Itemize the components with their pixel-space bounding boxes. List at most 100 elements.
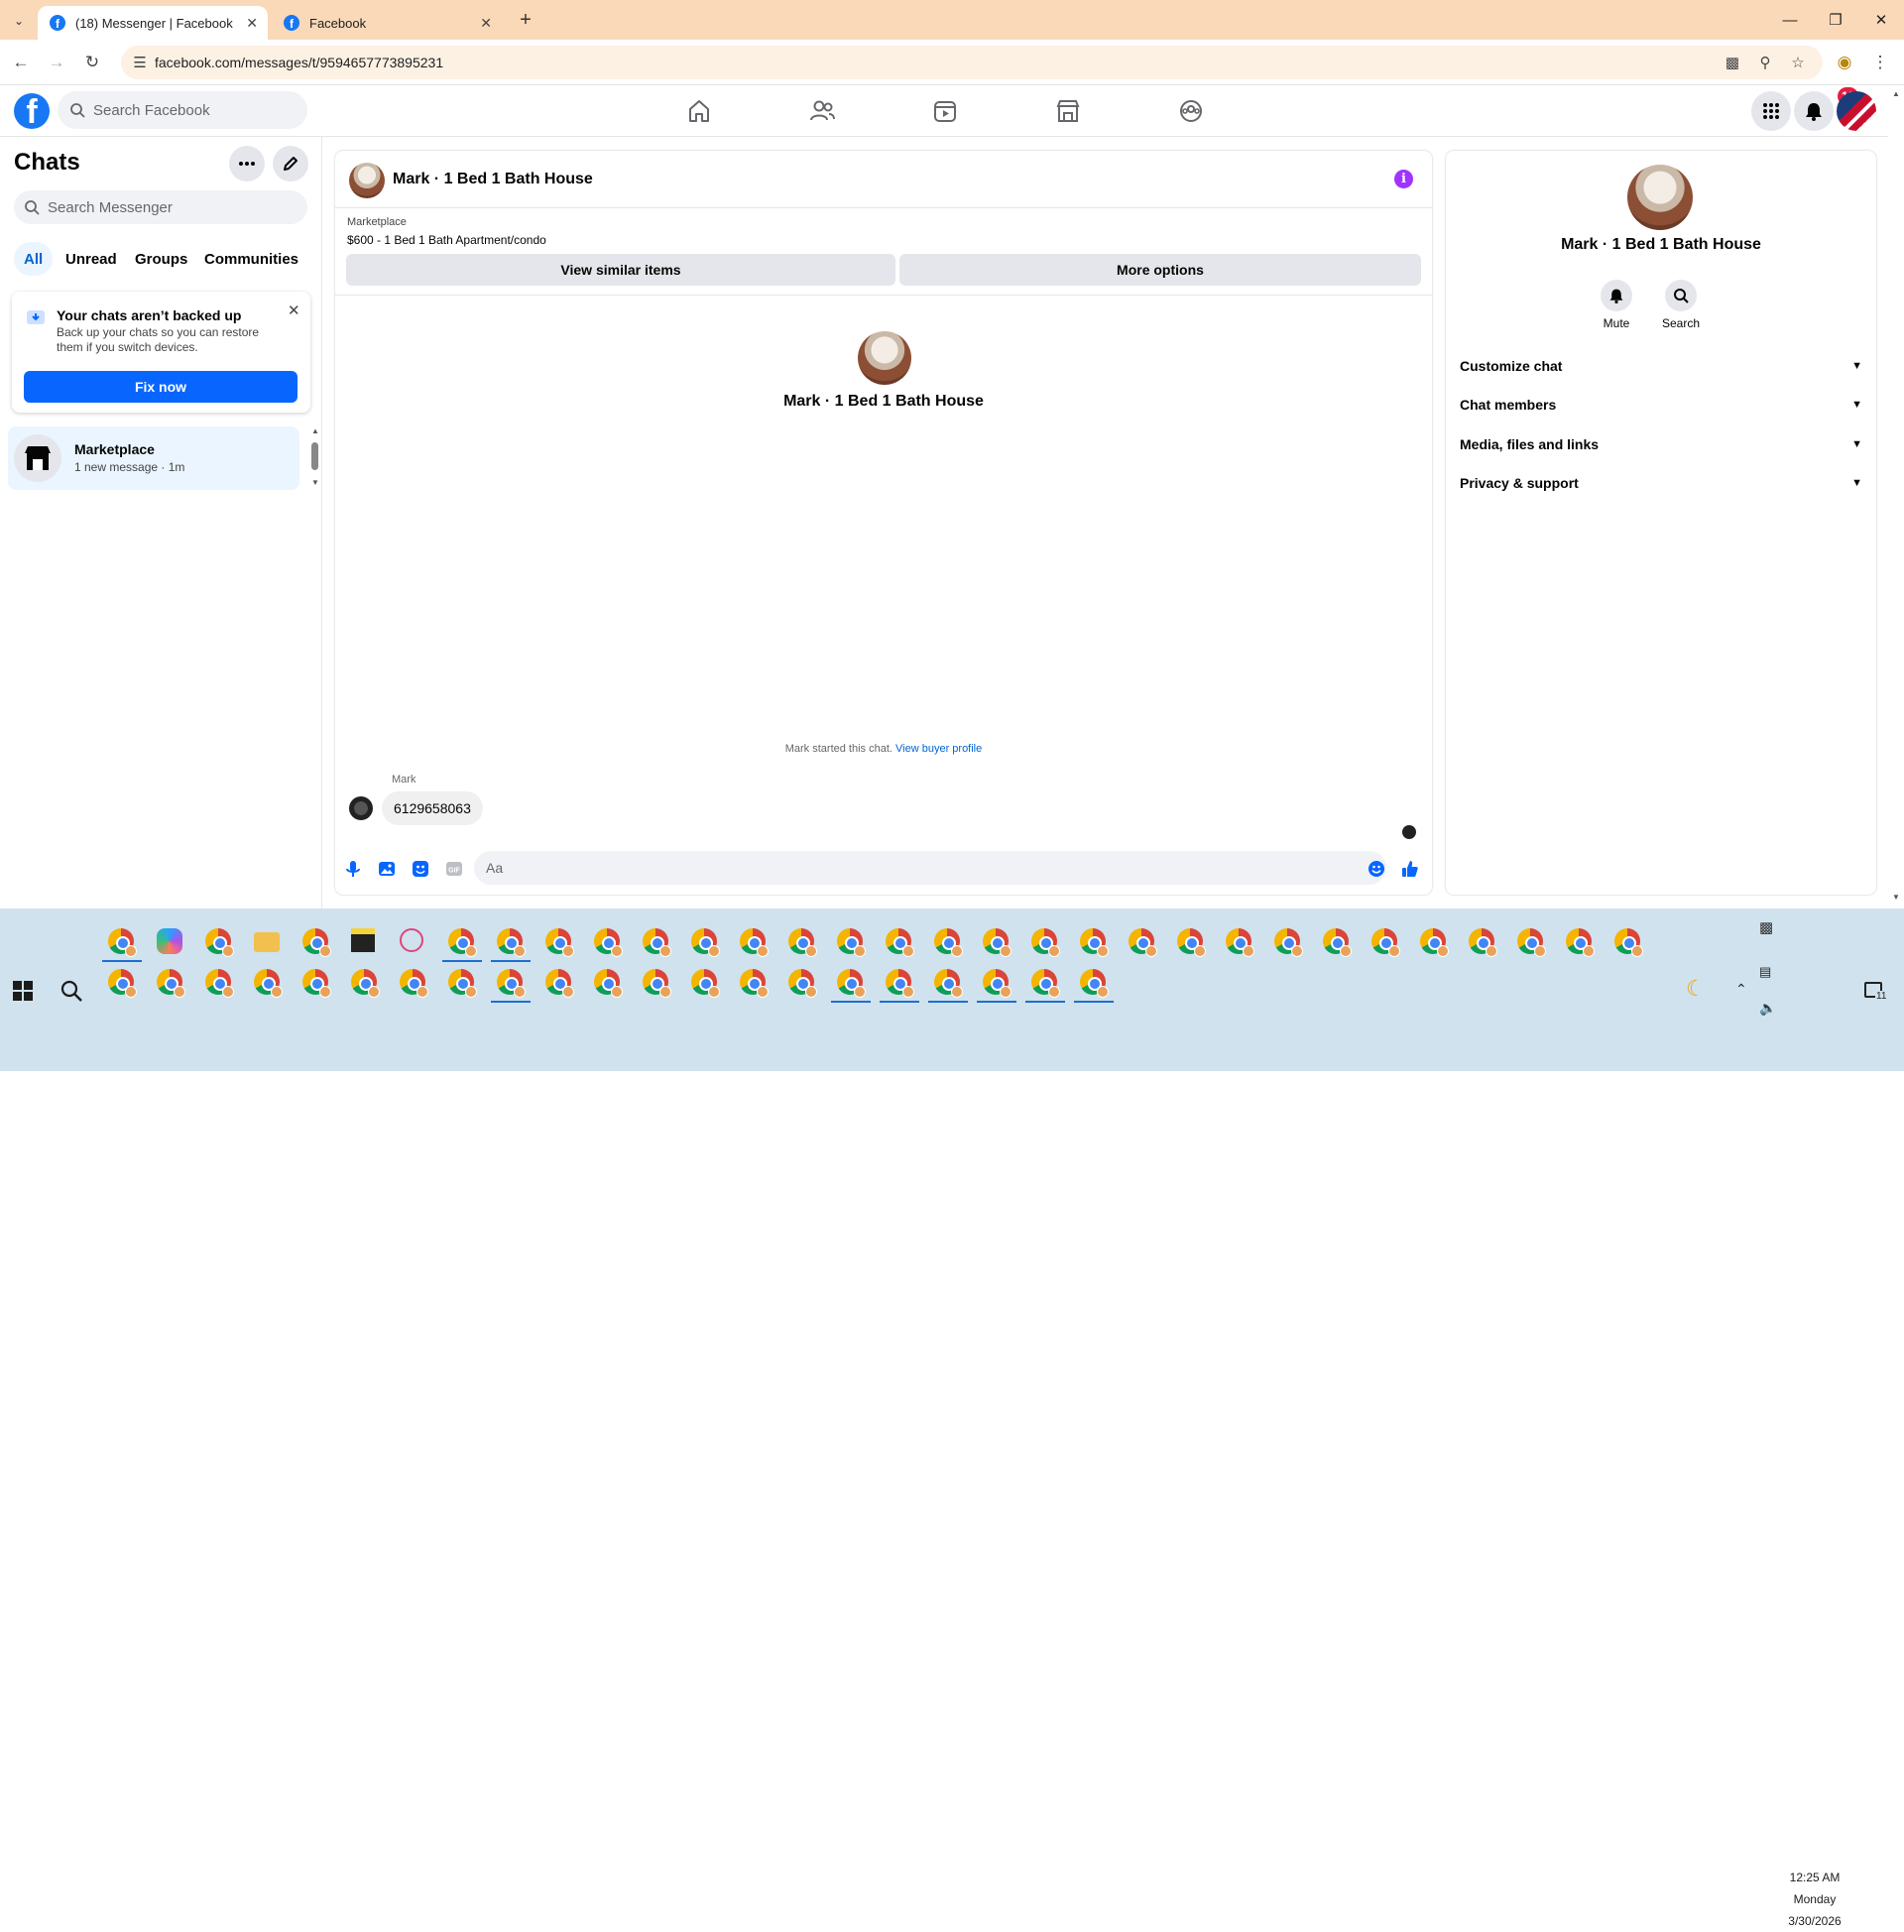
chrome-app-icon[interactable]: [302, 928, 331, 957]
chrome-app-icon[interactable]: [1371, 928, 1400, 957]
message-bubble[interactable]: 6129658063: [382, 791, 483, 825]
chrome-app-icon[interactable]: [1177, 928, 1206, 957]
chrome-app-icon[interactable]: [448, 969, 477, 998]
chrome-app-icon[interactable]: [983, 928, 1012, 957]
restore-button[interactable]: ❐: [1813, 8, 1858, 32]
chrome-app-icon[interactable]: [643, 928, 671, 957]
chrome-app-icon[interactable]: [1566, 928, 1595, 957]
chrome-app-icon[interactable]: [254, 969, 283, 998]
close-tab-icon[interactable]: ✕: [246, 15, 258, 32]
minimize-button[interactable]: —: [1767, 8, 1813, 32]
chrome-app-icon[interactable]: [157, 969, 185, 998]
chrome-app-icon[interactable]: [788, 928, 817, 957]
filter-groups[interactable]: Groups: [125, 242, 197, 276]
bookmark-star-icon[interactable]: ☆: [1789, 54, 1807, 71]
chrome-app-icon[interactable]: [691, 928, 720, 957]
section-customize-chat[interactable]: Customize chat ▼: [1460, 349, 1862, 383]
tab-facebook[interactable]: f Facebook ✕: [272, 6, 502, 40]
view-similar-items-button[interactable]: View similar items: [346, 254, 895, 286]
listing-title[interactable]: $600 - 1 Bed 1 Bath Apartment/condo: [347, 233, 546, 247]
new-message-button[interactable]: [273, 146, 308, 181]
microphone-icon[interactable]: [343, 859, 363, 879]
chrome-app-icon[interactable]: [102, 928, 142, 962]
forward-button[interactable]: →: [46, 52, 67, 73]
chrome-app-icon[interactable]: [545, 928, 574, 957]
chrome-app-icon[interactable]: [302, 969, 331, 998]
chrome-app-icon[interactable]: [400, 969, 428, 998]
install-app-icon[interactable]: ▩: [1724, 54, 1741, 71]
chrome-app-icon[interactable]: [1129, 928, 1157, 957]
emoji-icon[interactable]: [1367, 859, 1386, 879]
file-explorer-icon[interactable]: [254, 928, 282, 956]
filter-unread[interactable]: Unread: [56, 242, 127, 276]
fix-now-button[interactable]: Fix now: [24, 371, 298, 403]
section-chat-members[interactable]: Chat members ▼: [1460, 388, 1862, 422]
volume-icon[interactable]: 🔈: [1759, 1000, 1776, 1017]
page-scrollbar[interactable]: ▲ ▼: [1888, 85, 1904, 908]
filter-communities[interactable]: Communities: [194, 242, 308, 276]
close-icon[interactable]: ✕: [288, 302, 300, 319]
chrome-app-icon[interactable]: [740, 969, 769, 998]
start-button-icon[interactable]: [13, 981, 33, 1001]
chrome-app-icon[interactable]: [788, 969, 817, 998]
back-button[interactable]: ←: [10, 52, 32, 73]
home-icon[interactable]: [684, 96, 714, 126]
chrome-app-icon[interactable]: [1469, 928, 1497, 957]
conversation-title[interactable]: Mark · 1 Bed 1 Bath House: [393, 171, 593, 188]
chrome-app-icon[interactable]: [643, 969, 671, 998]
chrome-app-icon[interactable]: [545, 969, 574, 998]
sticker-icon[interactable]: [411, 859, 430, 879]
more-options-button[interactable]: More options: [899, 254, 1421, 286]
chrome-app-icon[interactable]: [740, 928, 769, 957]
message-input[interactable]: Aa: [474, 851, 1386, 885]
chrome-app-icon[interactable]: [1274, 928, 1303, 957]
chrome-app-icon[interactable]: [1614, 928, 1643, 957]
close-tab-icon[interactable]: ✕: [480, 15, 492, 32]
profile-icon[interactable]: ◉: [1834, 52, 1855, 73]
chrome-app-icon[interactable]: [880, 969, 919, 1003]
chrome-app-icon[interactable]: [491, 928, 531, 962]
info-icon[interactable]: i: [1394, 170, 1413, 188]
chrome-app-icon[interactable]: [351, 969, 380, 998]
night-light-icon[interactable]: ☾: [1686, 976, 1706, 1002]
chrome-app-icon[interactable]: [1323, 928, 1352, 957]
chrome-app-icon[interactable]: [108, 969, 137, 998]
search-in-conversation-button[interactable]: Search: [1649, 280, 1713, 330]
chrome-app-icon[interactable]: [928, 969, 968, 1003]
chrome-app-icon[interactable]: [1080, 928, 1109, 957]
notifications-button[interactable]: [1794, 91, 1834, 131]
mute-button[interactable]: Mute: [1585, 280, 1648, 330]
section-media-files-links[interactable]: Media, files and links ▼: [1460, 427, 1862, 461]
section-privacy-support[interactable]: Privacy & support ▼: [1460, 466, 1862, 500]
facebook-search-input[interactable]: Search Facebook: [58, 91, 307, 129]
new-tab-button[interactable]: +: [514, 8, 537, 32]
network-icon[interactable]: ▤: [1759, 964, 1771, 980]
facebook-logo-icon[interactable]: f: [14, 93, 50, 129]
chrome-app-icon[interactable]: [442, 928, 482, 962]
sticky-notes-icon[interactable]: [351, 928, 379, 956]
view-buyer-profile-link[interactable]: View buyer profile: [895, 743, 982, 755]
conversation-item-marketplace[interactable]: Marketplace 1 new message · 1m: [8, 426, 299, 490]
chrome-app-icon[interactable]: [594, 969, 623, 998]
contact-avatar-large[interactable]: [1627, 165, 1693, 230]
reload-button[interactable]: ↻: [81, 52, 103, 73]
chrome-app-icon[interactable]: [1420, 928, 1449, 957]
sender-avatar[interactable]: [349, 796, 373, 820]
chrome-app-icon[interactable]: [205, 969, 234, 998]
chrome-app-icon[interactable]: [831, 969, 871, 1003]
tab-search-button[interactable]: ⌄: [8, 10, 30, 32]
chrome-app-icon[interactable]: [1226, 928, 1254, 957]
system-clock[interactable]: 12:25 AM Monday 3/30/2026: [1775, 1867, 1854, 1932]
chrome-app-icon[interactable]: [1031, 928, 1060, 957]
contact-avatar[interactable]: [349, 163, 385, 198]
menu-grid-button[interactable]: [1751, 91, 1791, 131]
gif-icon[interactable]: GIF: [444, 859, 464, 879]
zoom-icon[interactable]: ⚲: [1756, 54, 1774, 71]
messenger-search-input[interactable]: Search Messenger: [14, 190, 307, 224]
show-hidden-icons-chevron-icon[interactable]: ⌃: [1735, 981, 1747, 998]
groups-icon[interactable]: [1176, 96, 1206, 126]
chat-list-scrollbar[interactable]: ▲ ▼: [309, 426, 319, 490]
chrome-app-icon[interactable]: [934, 928, 963, 957]
copilot-icon[interactable]: [157, 928, 184, 956]
thumbs-up-icon[interactable]: [1400, 859, 1420, 879]
